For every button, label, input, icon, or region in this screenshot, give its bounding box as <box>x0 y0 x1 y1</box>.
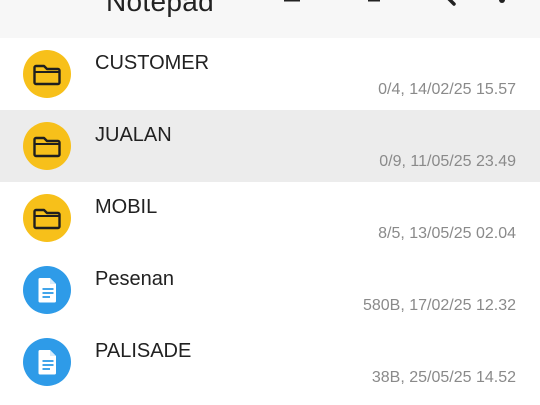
item-name: JUALAN <box>95 124 172 146</box>
list-item[interactable]: PALISADE 38B, 25/05/25 14.52 <box>0 326 540 398</box>
folder-icon <box>23 122 71 170</box>
more-vert-icon[interactable] <box>495 0 509 8</box>
item-name: MOBIL <box>95 196 158 218</box>
search-icon[interactable] <box>428 0 458 10</box>
list-item[interactable]: CUSTOMER 0/4, 14/02/25 15.57 <box>0 38 540 110</box>
list-item[interactable]: JUALAN 0/9, 11/05/25 23.49 <box>0 110 540 182</box>
app-bar: Notepad <box>0 0 540 38</box>
item-meta: 580B, 17/02/25 12.32 <box>362 297 516 314</box>
app-title: Notepad <box>106 0 214 17</box>
item-meta: 0/4, 14/02/25 15.57 <box>378 81 516 98</box>
item-meta: 8/5, 13/05/25 02.04 <box>378 225 516 242</box>
toolbar-icon[interactable] <box>362 0 386 6</box>
toolbar-icon[interactable] <box>280 0 304 6</box>
item-meta: 0/9, 11/05/25 23.49 <box>379 153 516 170</box>
folder-icon <box>23 50 71 98</box>
document-icon <box>23 266 71 314</box>
item-name: CUSTOMER <box>95 52 210 74</box>
file-list: CUSTOMER 0/4, 14/02/25 15.57 JUALAN 0/9,… <box>0 38 540 398</box>
hamburger-menu-icon[interactable] <box>24 0 58 6</box>
item-meta: 38B, 25/05/25 14.52 <box>371 369 516 386</box>
document-icon <box>23 338 71 386</box>
item-name: Pesenan <box>95 268 174 290</box>
item-name: PALISADE <box>95 340 192 362</box>
list-item[interactable]: Pesenan 580B, 17/02/25 12.32 <box>0 254 540 326</box>
list-item[interactable]: MOBIL 8/5, 13/05/25 02.04 <box>0 182 540 254</box>
folder-icon <box>23 194 71 242</box>
